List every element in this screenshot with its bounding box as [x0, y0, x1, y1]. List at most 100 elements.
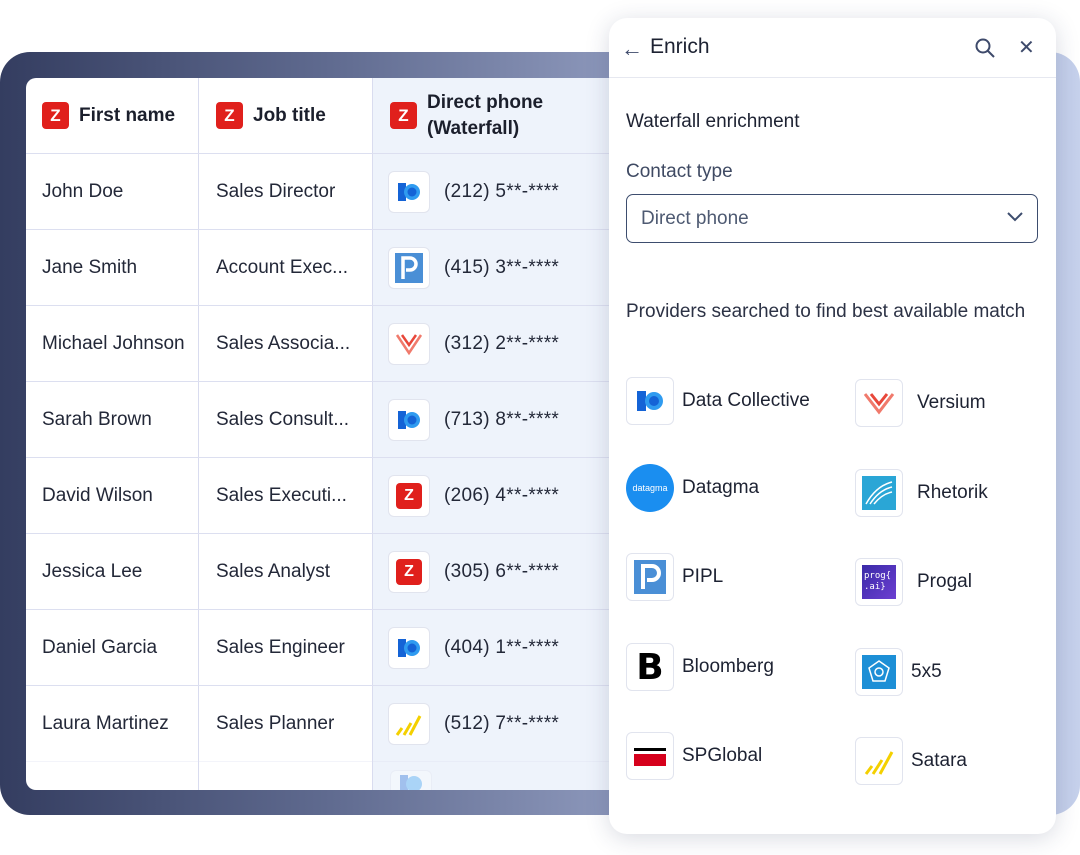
phone-text: (305) 6**-**** — [444, 560, 560, 582]
cell-first-name: Jessica Lee — [42, 534, 198, 609]
cell-job-title: Sales Consult... — [216, 382, 364, 457]
header-label: First name — [79, 104, 176, 126]
header-direct-phone[interactable]: Z Direct phone (Waterfall) — [390, 78, 626, 153]
table-row[interactable]: John Doe Sales Director (212) 5**-**** — [26, 153, 626, 229]
first-name-text: John Doe — [42, 180, 124, 202]
provider-name: SPGlobal — [682, 745, 763, 766]
rhetorik-icon — [855, 469, 903, 517]
provider-name: 5x5 — [911, 661, 942, 682]
zoominfo-icon: Z — [388, 474, 430, 517]
cell-direct-phone: (212) 5**-**** — [388, 154, 626, 229]
cell-job-title: Sales Planner — [216, 686, 364, 761]
header-first-name[interactable]: Z First name — [42, 78, 198, 153]
cell-direct-phone: (512) 7**-**** — [388, 686, 626, 761]
phone-text: (312) 2**-**** — [444, 332, 560, 354]
table-row[interactable]: Daniel Garcia Sales Engineer (404) 1**-***… — [26, 609, 626, 685]
job-title-text: Sales Planner — [216, 712, 335, 734]
data-collective-icon — [388, 626, 430, 669]
data-collective-icon — [390, 770, 432, 790]
provider-datagma: datagma Datagma — [626, 464, 759, 512]
provider-versium: Versium — [855, 379, 986, 427]
providers-note: Providers searched to find best availabl… — [626, 301, 1026, 322]
provider-name: Progal — [917, 571, 972, 592]
zoominfo-icon: Z — [390, 102, 417, 129]
table-row[interactable]: Jane Smith Account Exec... (415) 3**-**** — [26, 229, 626, 305]
search-icon[interactable] — [975, 38, 995, 58]
enrich-panel: ← Enrich ✕ Waterfall enrichment Contact … — [609, 18, 1056, 834]
job-title-text: Sales Associa... — [216, 332, 351, 354]
close-icon[interactable]: ✕ — [1018, 35, 1035, 60]
versium-icon — [388, 322, 430, 365]
progal-icon-text: prog{ — [864, 571, 892, 581]
panel-title: Enrich — [650, 35, 710, 58]
table-row[interactable]: Jessica Lee Sales Analyst Z (305) 6**-**** — [26, 533, 626, 609]
pipl-icon — [388, 246, 430, 289]
cell-job-title: Account Exec... — [216, 230, 364, 305]
header-label-stack: Direct phone (Waterfall) — [427, 90, 543, 142]
provider-name: PIPL — [682, 566, 724, 587]
phone-text: (212) 5**-**** — [444, 180, 560, 202]
provider-name: Bloomberg — [682, 656, 774, 677]
provider-name: Data Collective — [682, 390, 810, 411]
cell-first-name: Sarah Brown — [42, 382, 198, 457]
satara-icon — [388, 702, 430, 745]
first-name-text: Jane Smith — [42, 256, 138, 278]
header-job-title[interactable]: Z Job title — [216, 78, 364, 153]
first-name-text: Daniel Garcia — [42, 636, 158, 658]
provider-satara: Satara — [855, 737, 967, 785]
datagma-icon-text: datagma — [632, 483, 668, 493]
spglobal-icon — [626, 732, 674, 780]
provider-rhetorik: Rhetorik — [855, 469, 988, 517]
bloomberg-mark: B — [636, 646, 664, 688]
chevron-down-icon — [1007, 212, 1023, 222]
job-title-text: Sales Consult... — [216, 408, 350, 430]
cell-first-name: Daniel Garcia — [42, 610, 198, 685]
provider-name: Datagma — [682, 477, 760, 498]
contact-type-select[interactable]: Direct phone — [626, 194, 1038, 243]
data-collective-icon — [388, 398, 430, 441]
phone-text: (512) 7**-**** — [444, 712, 560, 734]
first-name-text: Laura Martinez — [42, 712, 169, 734]
job-title-text: Sales Director — [216, 180, 336, 202]
table-row[interactable]: Laura Martinez Sales Planner (512) 7**-***… — [26, 685, 626, 761]
provider-name: Versium — [917, 392, 986, 413]
cell-direct-phone: Z (305) 6**-**** — [388, 534, 626, 609]
progal-mark: prog{ .ai} — [862, 565, 896, 599]
table-row[interactable]: Sarah Brown Sales Consult... (713) 8**-***… — [26, 381, 626, 457]
table-header-row: Z First name Z Job title Z Direct phone … — [26, 78, 626, 153]
job-title-text: Sales Engineer — [216, 636, 345, 658]
panel-header: ← Enrich ✕ — [609, 18, 1056, 78]
cell-job-title: Sales Executi... — [216, 458, 364, 533]
provider-name: Satara — [911, 750, 967, 771]
first-name-text: Jessica Lee — [42, 560, 143, 582]
job-title-text: Sales Executi... — [216, 484, 347, 506]
bloomberg-icon: B — [626, 643, 674, 691]
contact-type-label: Contact type — [626, 161, 733, 182]
phone-text: (206) 4**-**** — [444, 484, 560, 506]
data-table: Z First name Z Job title Z Direct phone … — [26, 78, 626, 790]
phone-text: (415) 3**-**** — [444, 256, 560, 278]
progal-icon-text: .ai} — [864, 582, 886, 592]
cell-direct-phone: (404) 1**-**** — [388, 610, 626, 685]
cell-first-name: Laura Martinez — [42, 686, 198, 761]
header-label: Direct phone — [427, 91, 544, 113]
datagma-icon: datagma — [626, 464, 674, 512]
back-arrow-icon[interactable]: ← — [621, 36, 643, 62]
partial-cell — [390, 770, 626, 790]
versium-icon — [855, 379, 903, 427]
cell-job-title: Sales Engineer — [216, 610, 364, 685]
table-row[interactable]: David Wilson Sales Executi... Z (206) 4**-*… — [26, 457, 626, 533]
table-row[interactable]: Michael Johnson Sales Associa... (312) 2**… — [26, 305, 626, 381]
job-title-text: Account Exec... — [216, 256, 349, 278]
five-by-five-icon — [855, 648, 903, 696]
satara-icon — [855, 737, 903, 785]
provider-5x5: 5x5 — [855, 648, 942, 696]
cell-job-title: Sales Director — [216, 154, 364, 229]
first-name-text: Michael Johnson — [42, 332, 185, 354]
contact-type-value: Direct phone — [641, 207, 749, 229]
phone-text: (713) 8**-**** — [444, 408, 560, 430]
data-collective-icon — [388, 170, 430, 213]
cell-direct-phone: (312) 2**-**** — [388, 306, 626, 381]
zoominfo-icon: Z — [42, 102, 69, 129]
provider-name: Rhetorik — [917, 482, 988, 503]
